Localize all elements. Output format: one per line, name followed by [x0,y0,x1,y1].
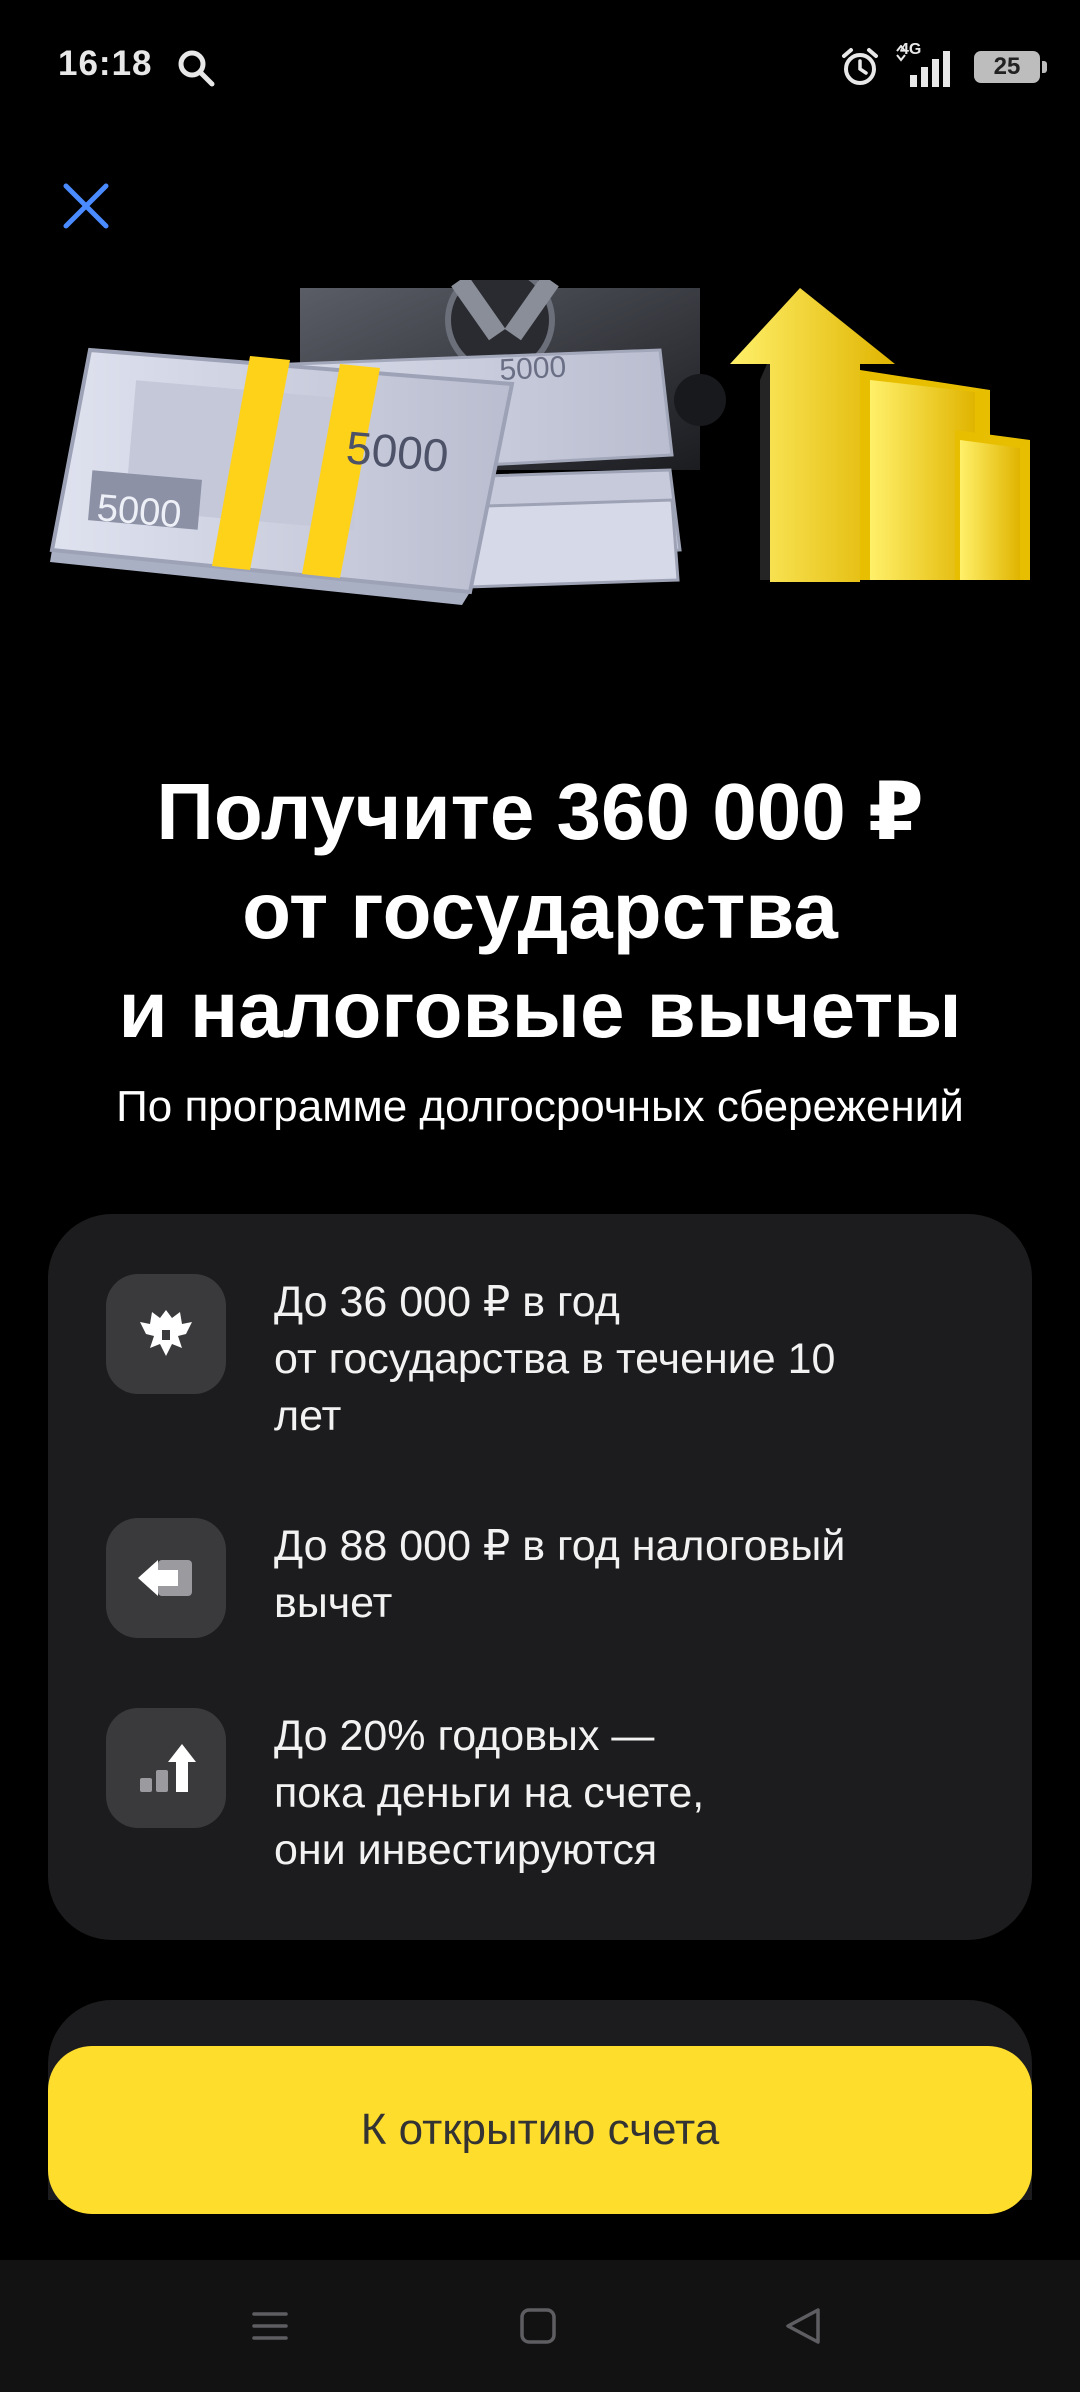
back-icon[interactable] [780,2302,828,2350]
benefit-line: они инвестируются [274,1826,658,1874]
status-bar: 16:18 4G 25 [0,0,1080,130]
benefit-text: До 88 000 ₽ в год налоговый вычет [274,1518,994,1632]
battery-icon: 25 [974,51,1047,83]
hero-illustration: 5000 5000 5000 5000 [49,280,1030,605]
signal-icon [896,45,950,87]
state-emblem-icon [106,1274,226,1394]
alarm-icon [842,48,878,85]
banknote-stack-front: 5000 5000 [49,347,515,605]
banknote-label: 5000 [95,487,183,536]
menu-icon[interactable] [246,2302,294,2350]
page-title: Получите 360 000 ₽ от государства и нало… [40,762,1040,1059]
growth-arrow-graphic [730,288,1030,582]
benefit-line: До 88 000 ₽ в год налоговый [274,1522,846,1570]
title-line: Получите 360 000 ₽ [156,767,924,856]
battery-level: 25 [993,53,1021,80]
benefit-text: До 20% годовых — пока деньги на счете, о… [274,1708,994,1879]
open-account-button[interactable]: К открытию счета [48,2046,1032,2214]
search-icon [178,50,215,87]
benefit-line: лет [274,1392,342,1440]
home-icon[interactable] [514,2302,562,2350]
tax-return-icon [106,1518,226,1638]
status-indicators: 4G 25 [840,41,1047,92]
benefits-card: До 36 000 ₽ в год от государства в течен… [48,1214,1032,1940]
benefit-line: До 36 000 ₽ в год [274,1278,620,1326]
status-time: 16:18 [58,44,153,83]
benefit-line: вычет [274,1579,393,1627]
benefit-line: от государства в течение 10 [274,1335,836,1383]
bottom-spacer [0,2214,1080,2260]
page-subtitle: По программе долгосрочных сбережений [116,1082,964,1131]
banknote-label: 5000 [499,351,567,387]
title-line: от государства [242,866,838,955]
growth-chart-icon [106,1708,226,1828]
benefit-text: До 36 000 ₽ в год от государства в течен… [274,1274,994,1445]
benefit-line: пока деньги на счете, [274,1769,705,1817]
close-icon[interactable] [58,178,114,234]
system-nav-bar [0,2260,1080,2392]
benefit-line: До 20% годовых — [274,1712,655,1760]
title-line: и налоговые вычеты [118,965,962,1054]
signal-indicator: 4G [894,41,960,89]
banknote-label: 5000 [344,421,450,482]
